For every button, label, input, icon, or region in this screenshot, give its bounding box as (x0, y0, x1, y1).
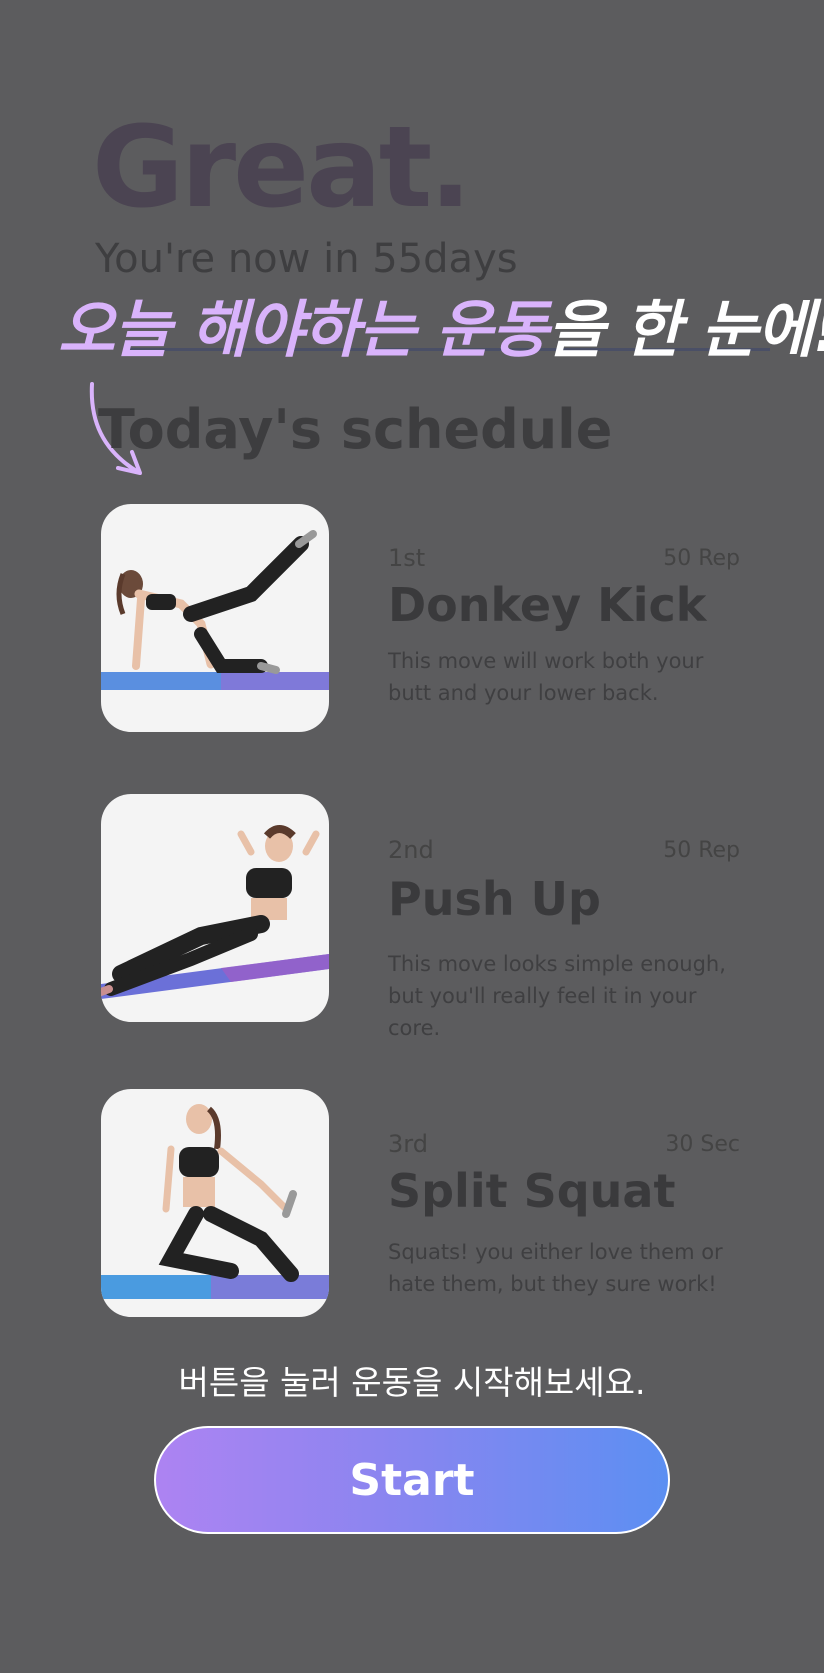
exercise-order: 2nd (388, 836, 434, 864)
exercise-description-line: butt and your lower back. (388, 681, 659, 705)
push-up-illustration (101, 825, 329, 999)
exercise-order: 1st (388, 544, 426, 572)
exercise-image-2[interactable] (101, 794, 329, 1022)
exercise-description-line: This move will work both your (388, 649, 704, 673)
exercise-description: This move looks simple enough, but you'l… (388, 948, 748, 1044)
exercise-description: Squats! you either love them or hate the… (388, 1236, 748, 1300)
exercise-description: This move will work both your butt and y… (388, 645, 748, 709)
exercise-name[interactable]: Split Squat (388, 1164, 675, 1218)
exercise-order: 3rd (388, 1130, 428, 1158)
exercise-name[interactable]: Push Up (388, 872, 601, 926)
handwritten-annotation: 오늘 해야하는 운동을 한 눈에! (58, 293, 824, 366)
exercise-description-line: Squats! you either love them or (388, 1240, 723, 1264)
exercise-image-3[interactable] (101, 1089, 329, 1317)
exercise-description-line: hate them, but they sure work! (388, 1272, 717, 1296)
split-squat-illustration (101, 1104, 329, 1299)
exercise-amount: 50 Rep (663, 838, 740, 863)
annotation-highlight: 오늘 해야하는 운동 (58, 293, 548, 366)
exercise-amount: 50 Rep (663, 546, 740, 571)
exercise-image-1[interactable] (101, 504, 329, 732)
annotation-rest: 을 한 눈에! (547, 293, 824, 366)
exercise-description-line: This move looks simple enough, (388, 952, 726, 976)
exercise-description-line: but you'll really feel it in your core. (388, 984, 697, 1040)
start-hint: 버튼을 눌러 운동을 시작해보세요. (178, 1363, 646, 1402)
headline: Great. (92, 103, 472, 233)
exercise-name[interactable]: Donkey Kick (388, 578, 706, 632)
exercise-amount: 30 Sec (665, 1132, 740, 1157)
donkey-kick-illustration (101, 530, 329, 690)
start-button[interactable]: Start (154, 1426, 670, 1534)
streak-subtitle: You're now in 55days (95, 236, 518, 282)
section-title: Today's schedule (98, 398, 613, 461)
